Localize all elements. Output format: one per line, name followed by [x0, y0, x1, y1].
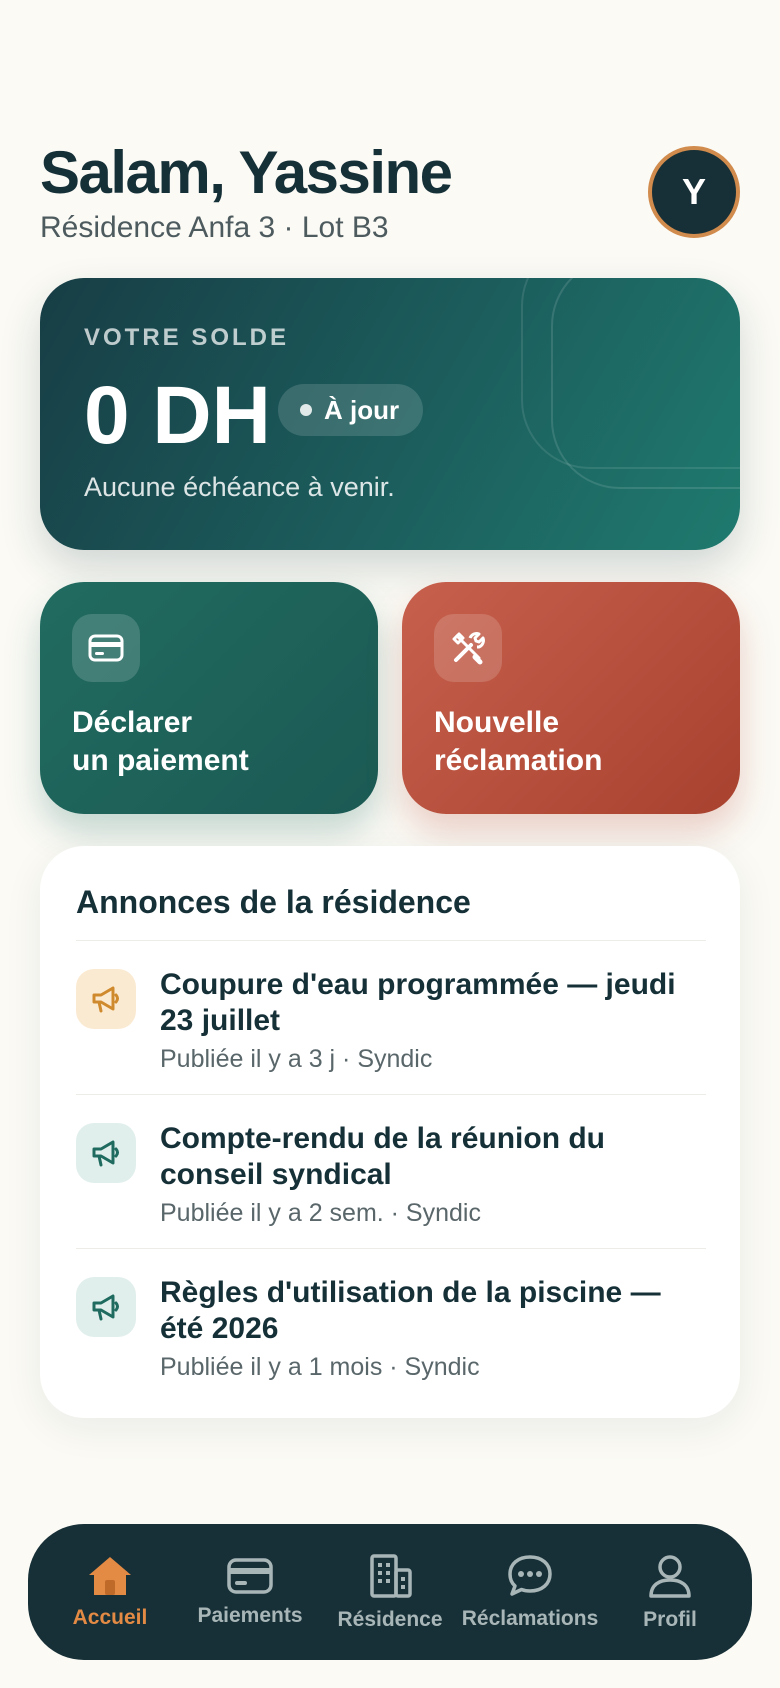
status-text: À jour — [324, 394, 400, 425]
announcement-meta: Publiée il y a 3 j · Syndic — [160, 1045, 433, 1073]
nav-label: Accueil — [72, 1606, 148, 1629]
new-claim-button[interactable]: Nouvelle réclamation — [402, 582, 740, 814]
declare-payment-line-1: Déclarer — [72, 706, 193, 739]
new-claim-label: Nouvelle réclamation — [434, 704, 724, 780]
balance-label: VOTRE SOLDE — [84, 324, 290, 351]
megaphone-icon — [76, 969, 136, 1029]
card-icon — [72, 614, 140, 682]
nav-label: Réclamations — [461, 1607, 599, 1630]
list-item[interactable]: Coupure d'eau programmée — jeudi 23 juil… — [76, 940, 706, 1094]
nav-item-paiements[interactable]: Paiements — [180, 1532, 320, 1652]
announcement-title: Compte-rendu de la réunion du conseil sy… — [160, 1122, 606, 1191]
avatar-initial: Y — [681, 171, 706, 212]
megaphone-icon — [76, 1277, 136, 1337]
chat-icon — [508, 1555, 552, 1596]
nav-label: Paiements — [197, 1604, 303, 1627]
status-dot — [300, 404, 312, 416]
announcement-meta: Publiée il y a 1 mois · Syndic — [160, 1353, 480, 1381]
nav-item-profil[interactable]: Profil — [600, 1532, 740, 1652]
card-icon — [227, 1558, 273, 1594]
user-icon — [649, 1555, 691, 1598]
announcements-title: Annonces de la résidence — [76, 884, 471, 920]
avatar[interactable]: Y — [648, 146, 740, 238]
declare-payment-button[interactable]: Déclarer un paiement — [40, 582, 378, 814]
home-screen: Salam, Yassine Résidence Anfa 3 · Lot B3… — [0, 0, 780, 1688]
greeting-title: Salam, Yassine — [40, 139, 453, 206]
nav-item-accueil[interactable]: Accueil — [40, 1532, 180, 1652]
status-badge: À jour — [278, 384, 424, 436]
nav-label: Résidence — [337, 1608, 443, 1631]
megaphone-icon — [76, 1123, 136, 1183]
balance-amount: 0 DH — [84, 370, 271, 461]
declare-payment-label: Déclarer un paiement — [72, 704, 362, 780]
new-claim-line-1: Nouvelle — [434, 706, 560, 739]
building-icon — [370, 1554, 412, 1598]
balance-note: Aucune échéance à venir. — [84, 472, 395, 502]
new-claim-line-2: réclamation — [434, 744, 603, 777]
tools-icon — [434, 614, 502, 682]
announcement-meta: Publiée il y a 2 sem. · Syndic — [160, 1199, 481, 1227]
list-item[interactable]: Règles d'utilisation de la piscine — été… — [76, 1248, 706, 1402]
balance-card: VOTRE SOLDE 0 DH À jour Aucune échéance … — [40, 278, 740, 550]
nav-label: Profil — [643, 1608, 697, 1631]
bottom-nav: Accueil Paiements Résidence Réclamations… — [28, 1524, 752, 1660]
nav-item-residence[interactable]: Résidence — [320, 1532, 460, 1652]
list-item[interactable]: Compte-rendu de la réunion du conseil sy… — [76, 1094, 706, 1248]
residence-subtitle: Résidence Anfa 3 · Lot B3 — [40, 211, 389, 244]
announcement-title: Règles d'utilisation de la piscine — été… — [160, 1276, 661, 1345]
home-icon — [89, 1557, 131, 1595]
nav-item-reclamations[interactable]: Réclamations — [460, 1532, 600, 1652]
announcements-card: Annonces de la résidence Coupure d'eau p… — [40, 846, 740, 1418]
announcement-title: Coupure d'eau programmée — jeudi 23 juil… — [160, 968, 676, 1037]
declare-payment-line-2: un paiement — [72, 744, 249, 777]
